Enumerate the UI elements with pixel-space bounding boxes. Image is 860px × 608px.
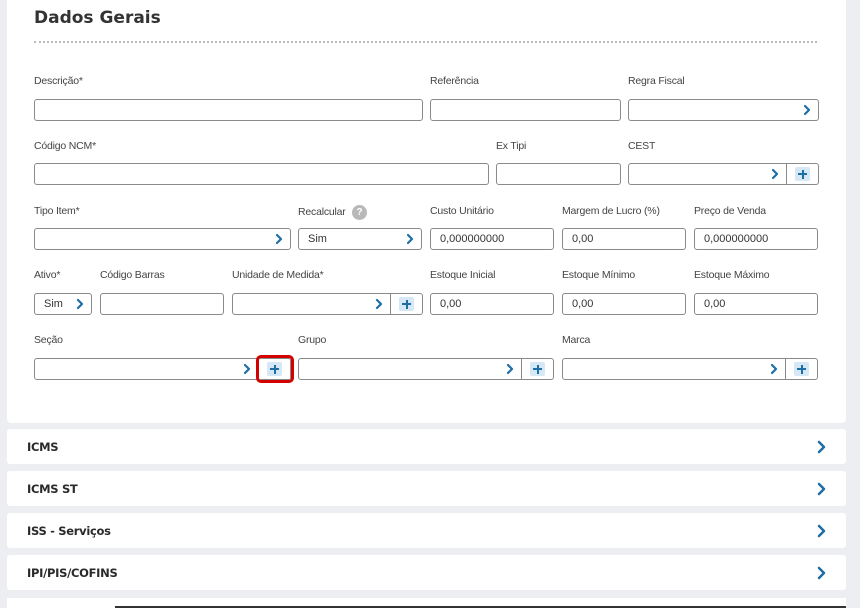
margem-lucro-input[interactable]: 0,00	[562, 228, 686, 250]
plus-icon	[795, 167, 810, 181]
descricao-label: Descrição*	[34, 75, 83, 87]
secao-add-button[interactable]	[256, 355, 294, 383]
chevron-right-icon	[816, 440, 826, 459]
regra-fiscal-select[interactable]	[628, 99, 819, 121]
estoque-maximo-input[interactable]: 0,00	[694, 293, 818, 315]
estoque-maximo-label: Estoque Máximo	[694, 269, 770, 281]
referencia-input[interactable]	[430, 99, 621, 121]
accordion-label: IPI/PIS/COFINS	[27, 566, 118, 580]
chevron-right-icon	[816, 566, 826, 585]
estoque-inicial-input[interactable]: 0,00	[430, 293, 554, 315]
next-accordion-edge	[7, 598, 846, 608]
plus-icon	[794, 362, 809, 376]
cest-label: CEST	[628, 140, 656, 152]
cest-add-button[interactable]	[787, 163, 819, 185]
chevron-right-icon	[505, 363, 515, 375]
unidade-medida-label: Unidade de Medida*	[232, 269, 324, 281]
ativo-value: Sim	[44, 298, 63, 310]
marca-add-button[interactable]	[786, 358, 818, 380]
accordion-iss-servicos[interactable]: ISS - Serviços	[7, 513, 846, 548]
ativo-select[interactable]: Sim	[34, 293, 92, 315]
tipo-item-label: Tipo Item*	[34, 205, 80, 217]
estoque-minimo-input[interactable]: 0,00	[562, 293, 686, 315]
grupo-add-button[interactable]	[522, 358, 554, 380]
chevron-right-icon	[816, 524, 826, 543]
accordion-label: ICMS ST	[27, 482, 78, 496]
unidade-medida-select[interactable]	[232, 293, 391, 315]
accordion-icms[interactable]: ICMS	[7, 429, 846, 464]
marca-select[interactable]	[562, 358, 786, 380]
cest-select[interactable]	[628, 163, 787, 185]
secao-select[interactable]	[34, 358, 259, 380]
codigo-barras-input[interactable]	[100, 293, 224, 315]
ex-tipi-input[interactable]	[496, 163, 621, 185]
accordion-icms-st[interactable]: ICMS ST	[7, 471, 846, 506]
accordion-label: ICMS	[27, 440, 59, 454]
chevron-right-icon	[274, 233, 284, 245]
regra-fiscal-label: Regra Fiscal	[628, 75, 685, 87]
chevron-right-icon	[770, 168, 780, 180]
grupo-select[interactable]	[298, 358, 522, 380]
estoque-inicial-label: Estoque Inicial	[430, 269, 496, 281]
descricao-input[interactable]	[34, 99, 423, 121]
codigo-barras-label: Código Barras	[100, 269, 165, 281]
accordion-label: ISS - Serviços	[27, 524, 111, 538]
help-icon[interactable]: ?	[352, 205, 367, 220]
margem-lucro-label: Margem de Lucro (%)	[562, 205, 660, 217]
chevron-right-icon	[75, 298, 85, 310]
chevron-right-icon	[816, 482, 826, 501]
custo-unitario-label: Custo Unitário	[430, 205, 494, 217]
estoque-minimo-label: Estoque Mínimo	[562, 269, 636, 281]
ex-tipi-label: Ex Tipi	[496, 140, 527, 152]
chevron-right-icon	[769, 363, 779, 375]
chevron-right-icon	[242, 363, 252, 375]
ativo-label: Ativo*	[34, 269, 61, 281]
preco-venda-label: Preço de Venda	[694, 205, 766, 217]
codigo-ncm-label: Código NCM*	[34, 140, 96, 152]
secao-label: Seção	[34, 334, 63, 346]
referencia-label: Referência	[430, 75, 479, 87]
unidade-medida-add-button[interactable]	[391, 293, 423, 315]
accordion-ipi-pis-cofins[interactable]: IPI/PIS/COFINS	[7, 555, 846, 590]
section-divider	[34, 41, 817, 43]
recalcular-select[interactable]: Sim	[298, 228, 422, 250]
chevron-right-icon	[802, 104, 812, 116]
section-title: Dados Gerais	[34, 8, 161, 28]
plus-icon	[399, 297, 414, 311]
grupo-label: Grupo	[298, 334, 327, 346]
preco-venda-input[interactable]: 0,000000000	[694, 228, 818, 250]
custo-unitario-input[interactable]: 0,000000000	[430, 228, 554, 250]
tipo-item-select[interactable]	[34, 228, 291, 250]
codigo-ncm-input[interactable]	[34, 163, 489, 185]
recalcular-value: Sim	[308, 233, 327, 245]
chevron-right-icon	[374, 298, 384, 310]
plus-icon	[267, 362, 282, 376]
plus-icon	[530, 362, 545, 376]
marca-label: Marca	[562, 334, 591, 346]
chevron-right-icon	[405, 233, 415, 245]
recalcular-label: Recalcular	[298, 206, 346, 218]
